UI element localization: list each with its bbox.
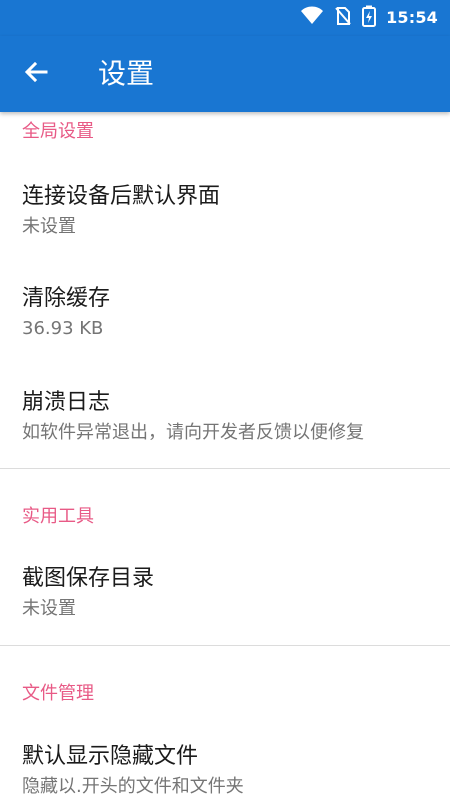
pref-title: 崩溃日志 bbox=[22, 390, 111, 415]
pref-summary: 未设置 bbox=[22, 598, 76, 619]
pref-default-screen-after-connect[interactable]: 连接设备后默认界面 未设置 bbox=[0, 182, 450, 252]
section-divider bbox=[0, 468, 450, 469]
pref-crash-log[interactable]: 崩溃日志 如软件异常退出，请向开发者反馈以便修复 bbox=[0, 388, 450, 458]
status-bar: 15:54 bbox=[0, 0, 450, 36]
wifi-icon bbox=[300, 6, 324, 30]
no-sim-icon bbox=[334, 6, 352, 30]
pref-title: 默认显示隐藏文件 bbox=[22, 744, 199, 769]
section-header-global: 全局设置 bbox=[22, 121, 94, 142]
pref-screenshot-save-dir[interactable]: 截图保存目录 未设置 bbox=[0, 564, 450, 634]
battery-charging-icon bbox=[362, 5, 377, 31]
arrow-left-icon bbox=[22, 58, 50, 90]
page-title: 设置 bbox=[98, 57, 155, 90]
pref-summary: 隐藏以.开头的文件和文件夹 bbox=[22, 776, 244, 797]
pref-summary: 如软件异常退出，请向开发者反馈以便修复 bbox=[22, 422, 364, 443]
pref-title: 连接设备后默认界面 bbox=[22, 184, 221, 209]
section-header-file-manager: 文件管理 bbox=[22, 683, 94, 704]
pref-clear-cache[interactable]: 清除缓存 36.93 KB bbox=[0, 284, 450, 354]
pref-summary: 36.93 KB bbox=[22, 318, 104, 339]
pref-summary: 未设置 bbox=[22, 216, 76, 237]
section-divider bbox=[0, 645, 450, 646]
settings-list: 全局设置 连接设备后默认界面 未设置 清除缓存 36.93 KB 崩溃日志 如软… bbox=[0, 112, 450, 800]
pref-show-hidden-files[interactable]: 默认显示隐藏文件 隐藏以.开头的文件和文件夹 bbox=[0, 742, 450, 800]
status-time: 15:54 bbox=[386, 8, 438, 27]
app-bar: 设置 bbox=[0, 36, 450, 112]
section-header-tools: 实用工具 bbox=[22, 506, 94, 527]
pref-title: 截图保存目录 bbox=[22, 566, 155, 591]
status-icons: 15:54 bbox=[300, 5, 438, 31]
pref-title: 清除缓存 bbox=[22, 286, 111, 311]
back-button[interactable] bbox=[18, 56, 54, 92]
